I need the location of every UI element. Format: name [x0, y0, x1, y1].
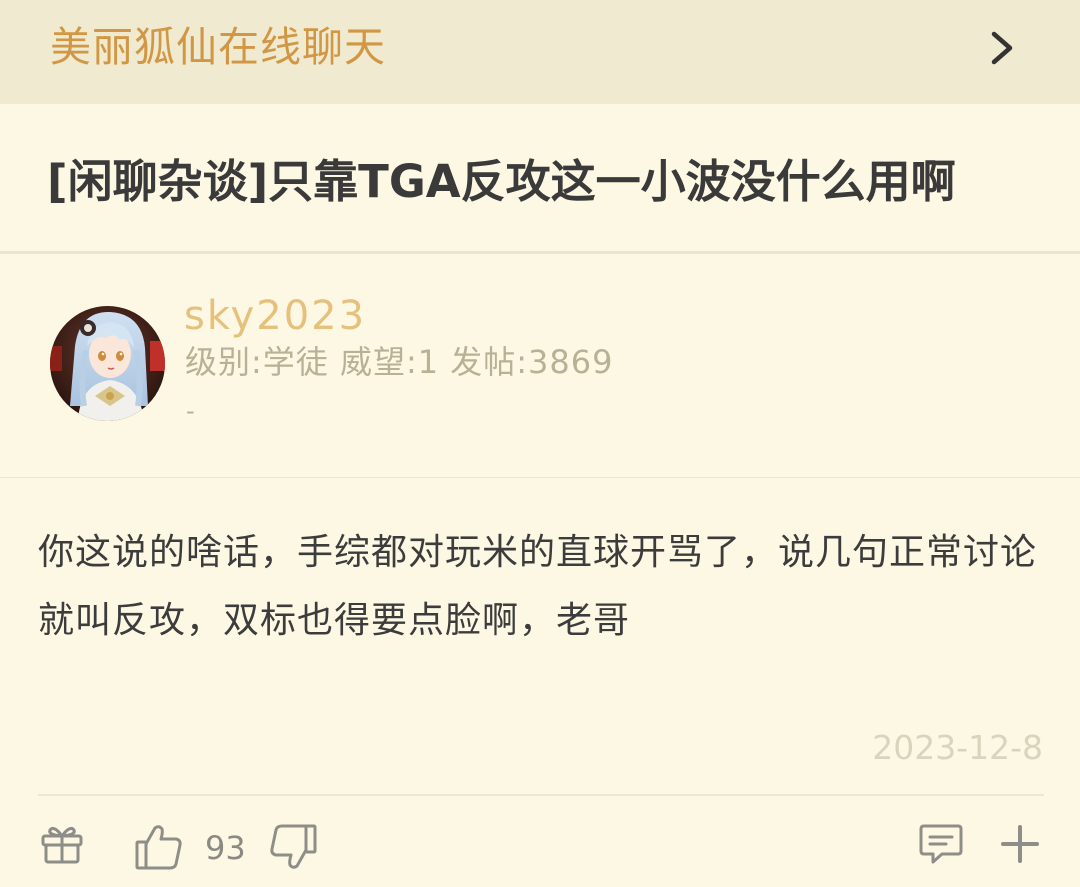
thumbs-down-icon[interactable]	[268, 823, 318, 871]
chevron-right-icon[interactable]	[988, 30, 1018, 66]
username[interactable]: sky2023	[184, 291, 366, 341]
plus-icon[interactable]	[1000, 824, 1040, 864]
comment-icon[interactable]	[918, 822, 964, 866]
author-info: sky2023 级别:学徒 威望:1 发帖:3869 -	[0, 256, 1080, 478]
thread-title-section: [闲聊杂谈]只靠TGA反攻这一小波没什么用啊	[0, 104, 1080, 254]
divider	[38, 794, 1044, 796]
forum-name[interactable]: 美丽狐仙在线聊天	[50, 22, 386, 72]
post-content: 你这说的啥话，手综都对玩米的直球开骂了，说几句正常讨论就叫反攻，双标也得要点脸啊…	[38, 532, 1038, 641]
user-stats: 级别:学徒 威望:1 发帖:3869	[185, 343, 614, 381]
post-date: 2023-12-8	[872, 728, 1043, 767]
forum-header[interactable]: 美丽狐仙在线聊天	[0, 0, 1080, 104]
thread-title: [闲聊杂谈]只靠TGA反攻这一小波没什么用啊	[47, 155, 956, 208]
avatar[interactable]	[50, 306, 165, 421]
like-count: 93	[205, 829, 246, 867]
user-signature: -	[186, 397, 195, 425]
gift-icon[interactable]	[40, 823, 84, 865]
avatar-image	[50, 306, 165, 421]
thumbs-up-icon[interactable]	[134, 823, 184, 871]
